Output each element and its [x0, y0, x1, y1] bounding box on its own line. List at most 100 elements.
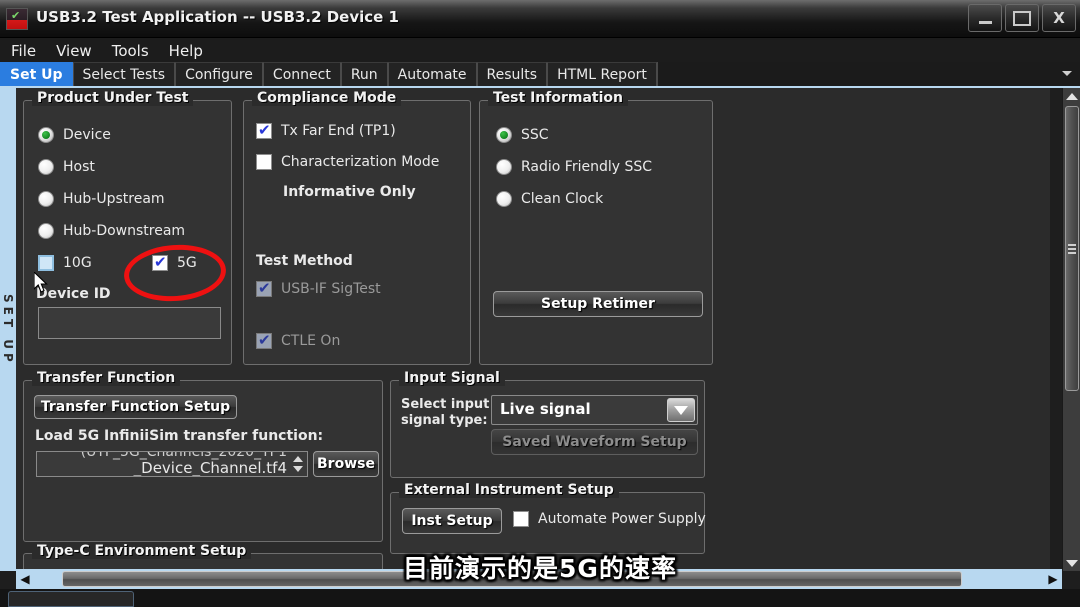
menu-item-view[interactable]: View [53, 41, 95, 61]
taskbar-item[interactable] [8, 591, 134, 607]
transfer-function-path-spinner[interactable] [291, 454, 305, 474]
group-legend-type-c-environment: Type-C Environment Setup [32, 543, 252, 559]
tab-overflow-area[interactable] [656, 62, 1080, 86]
radio-hub-upstream-icon [38, 191, 54, 207]
checkbox-5g[interactable]: 5G [152, 253, 197, 271]
radio-clean-clock[interactable]: Clean Clock [496, 191, 603, 207]
menu-item-file[interactable]: File [8, 41, 39, 61]
radio-hub-downstream-label: Hub-Downstream [63, 223, 186, 239]
radio-device-icon [38, 127, 54, 143]
informative-only-label: Informative Only [283, 184, 416, 200]
group-external-instrument-setup: External Instrument Setup Inst Setup Aut… [390, 482, 706, 554]
group-input-signal: Input Signal Select input signal type: L… [390, 370, 705, 478]
scroll-right-button[interactable]: ▶ [1044, 569, 1062, 589]
maximize-icon [1006, 5, 1038, 31]
chevron-up-icon [293, 456, 303, 462]
title-bar: ✔ USB3.2 Test Application -- USB3.2 Devi… [0, 0, 1080, 38]
tab-results[interactable]: Results [476, 62, 548, 86]
scroll-left-button[interactable]: ◀ [16, 569, 34, 589]
transfer-function-path-line2: _Device_Channel.tf4 [133, 459, 287, 477]
chevron-down-icon [293, 466, 303, 472]
load-transfer-function-label: Load 5G InfiniiSim transfer function: [35, 428, 324, 444]
tab-connect[interactable]: Connect [262, 62, 341, 86]
tab-html-report[interactable]: HTML Report [547, 62, 657, 86]
checkbox-tx-far-end-label: Tx Far End (TP1) [281, 123, 396, 139]
browse-button[interactable]: Browse [313, 451, 379, 477]
checkbox-ctle-on-label: CTLE On [281, 333, 341, 349]
checkbox-tx-far-end-icon [256, 121, 272, 139]
group-legend-transfer-function: Transfer Function [32, 370, 181, 386]
checkbox-usb-if-sigtest[interactable]: USB-IF SigTest [256, 279, 381, 297]
group-product-under-test: Product Under Test Device Host Hub-Upstr… [23, 90, 232, 365]
radio-clean-clock-label: Clean Clock [521, 191, 604, 207]
radio-ssc[interactable]: SSC [496, 127, 549, 143]
tab-configure[interactable]: Configure [175, 62, 263, 86]
menu-bar: File View Tools Help [0, 38, 1080, 64]
checkbox-automate-power-supply[interactable]: Automate Power Supply [513, 511, 706, 527]
chevron-down-icon[interactable] [667, 398, 695, 422]
test-method-label: Test Method [256, 253, 353, 269]
radio-radio-friendly-ssc-icon [496, 159, 512, 175]
menu-item-help[interactable]: Help [166, 41, 206, 61]
checkbox-tx-far-end[interactable]: Tx Far End (TP1) [256, 121, 396, 139]
checkbox-automate-power-supply-icon [513, 511, 529, 527]
close-button[interactable]: X [1042, 4, 1076, 32]
select-input-signal-label-line2: signal type: [401, 413, 488, 428]
checkbox-10g-icon [38, 255, 54, 271]
radio-host-label: Host [63, 159, 95, 175]
radio-device-label: Device [63, 127, 111, 143]
tab-set-up[interactable]: Set Up [0, 62, 73, 86]
radio-ssc-icon [496, 127, 512, 143]
app-icon: ✔ [6, 8, 28, 30]
saved-waveform-setup-button[interactable]: Saved Waveform Setup [491, 429, 698, 455]
select-input-signal-label-line1: Select input [401, 397, 490, 412]
tab-bar: Set Up Select Tests Configure Connect Ru… [0, 62, 1080, 88]
device-id-label: Device ID [36, 286, 111, 302]
scrollbar-grip-icon [1068, 243, 1076, 254]
group-legend-input-signal: Input Signal [399, 370, 505, 386]
radio-radio-friendly-ssc-label: Radio Friendly SSC [521, 159, 653, 175]
checkbox-usb-if-sigtest-label: USB-IF SigTest [281, 281, 381, 297]
checkbox-characterization-mode-icon [256, 154, 272, 170]
horizontal-scrollbar-thumb[interactable] [62, 571, 962, 587]
checkbox-characterization-mode[interactable]: Characterization Mode [256, 154, 439, 170]
input-signal-type-dropdown[interactable]: Live signal [491, 395, 698, 425]
maximize-button[interactable] [1005, 4, 1039, 32]
vertical-scrollbar[interactable] [1062, 88, 1080, 571]
setup-retimer-button[interactable]: Setup Retimer [493, 291, 703, 317]
menu-item-tools[interactable]: Tools [109, 41, 152, 61]
minimize-button[interactable] [968, 4, 1002, 32]
checkbox-ctle-on-icon [256, 331, 272, 349]
checkbox-10g[interactable]: 10G [38, 255, 92, 271]
checkbox-automate-power-supply-label: Automate Power Supply [538, 511, 706, 527]
checkbox-ctle-on[interactable]: CTLE On [256, 331, 341, 349]
radio-hub-upstream[interactable]: Hub-Upstream [38, 191, 165, 207]
group-compliance-mode: Compliance Mode Tx Far End (TP1) Charact… [243, 90, 471, 365]
radio-radio-friendly-ssc[interactable]: Radio Friendly SSC [496, 159, 652, 175]
radio-host-icon [38, 159, 54, 175]
minimize-icon [969, 5, 1001, 31]
window-controls: X [968, 4, 1076, 32]
vertical-scrollbar-thumb[interactable] [1065, 106, 1079, 391]
device-id-input[interactable] [38, 307, 221, 339]
group-legend-product-under-test: Product Under Test [32, 90, 194, 106]
radio-ssc-label: SSC [521, 127, 549, 143]
tab-run[interactable]: Run [340, 62, 388, 86]
inst-setup-button[interactable]: Inst Setup [402, 508, 502, 534]
bottom-bar [0, 589, 1080, 607]
input-signal-type-value: Live signal [500, 400, 591, 418]
transfer-function-path-field[interactable]: (UTF_5G_Channels_2020_TP1 _Device_Channe… [36, 451, 308, 477]
radio-host[interactable]: Host [38, 159, 95, 175]
scroll-down-button[interactable] [1063, 555, 1080, 571]
radio-device[interactable]: Device [38, 127, 111, 143]
tab-select-tests[interactable]: Select Tests [72, 62, 176, 86]
transfer-function-setup-button[interactable]: Transfer Function Setup [34, 395, 237, 419]
checkbox-5g-label: 5G [177, 255, 197, 271]
horizontal-scrollbar[interactable]: ◀ ▶ [16, 569, 1062, 589]
radio-hub-downstream[interactable]: Hub-Downstream [38, 223, 185, 239]
group-legend-external-instrument-setup: External Instrument Setup [399, 482, 619, 498]
radio-clean-clock-icon [496, 191, 512, 207]
scroll-up-button[interactable] [1063, 88, 1080, 104]
tab-automate[interactable]: Automate [387, 62, 477, 86]
horizontal-scrollbar-track[interactable] [34, 571, 1044, 587]
